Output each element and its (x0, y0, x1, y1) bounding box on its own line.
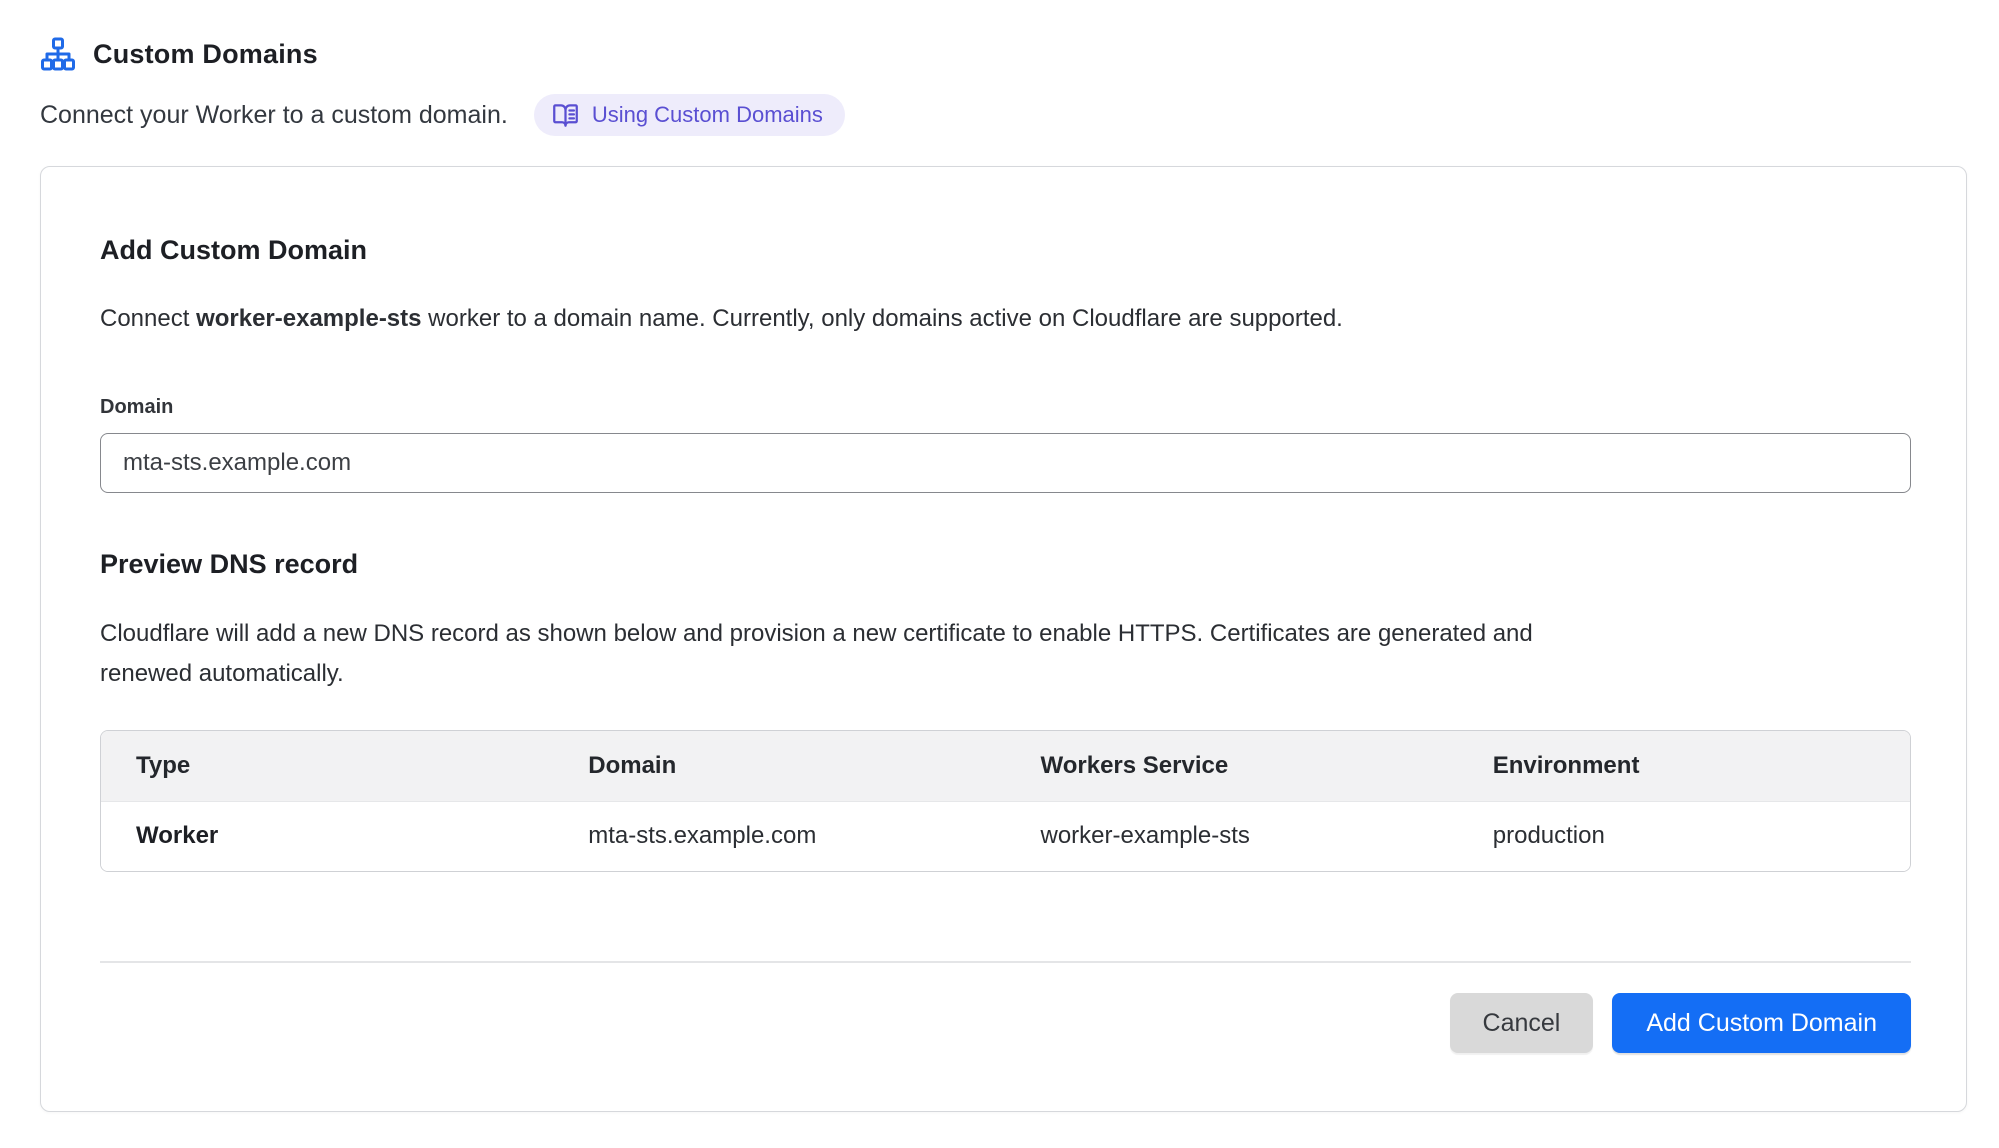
card-intro-text: Connect worker-example-sts worker to a d… (100, 304, 1911, 334)
domain-input[interactable] (100, 433, 1911, 493)
book-open-icon (552, 102, 579, 129)
cell-type: Worker (101, 801, 553, 871)
cancel-button[interactable]: Cancel (1450, 993, 1594, 1053)
intro-prefix: Connect (100, 305, 196, 332)
intro-suffix: worker to a domain name. Currently, only… (422, 305, 1343, 332)
footer-divider (100, 961, 1911, 963)
cell-service: worker-example-sts (1006, 801, 1458, 871)
preview-dns-heading: Preview DNS record (100, 549, 1911, 580)
column-header-service: Workers Service (1006, 731, 1458, 801)
docs-link-badge[interactable]: Using Custom Domains (534, 94, 845, 136)
custom-domains-page: Custom Domains Connect your Worker to a … (0, 0, 1999, 1112)
column-header-environment: Environment (1458, 731, 1910, 801)
add-custom-domain-card: Add Custom Domain Connect worker-example… (40, 166, 1967, 1112)
sitemap-icon (40, 36, 76, 72)
dns-preview-table: Type Domain Workers Service Environment … (100, 730, 1911, 872)
page-subheader: Connect your Worker to a custom domain. … (40, 94, 1967, 136)
card-actions: Cancel Add Custom Domain (100, 993, 1911, 1111)
domain-field-label: Domain (100, 396, 1911, 419)
worker-name: worker-example-sts (196, 305, 421, 332)
add-custom-domain-button[interactable]: Add Custom Domain (1612, 993, 1911, 1053)
column-header-type: Type (101, 731, 553, 801)
page-subtitle: Connect your Worker to a custom domain. (40, 101, 508, 130)
card-heading: Add Custom Domain (100, 235, 1911, 266)
table-header-row: Type Domain Workers Service Environment (101, 731, 1910, 801)
docs-link-label: Using Custom Domains (592, 102, 823, 128)
page-title: Custom Domains (93, 39, 318, 70)
cell-domain: mta-sts.example.com (553, 801, 1005, 871)
page-header: Custom Domains (40, 36, 1967, 72)
cell-environment: production (1458, 801, 1910, 871)
preview-dns-description: Cloudflare will add a new DNS record as … (100, 614, 1570, 694)
spacer (100, 872, 1911, 961)
column-header-domain: Domain (553, 731, 1005, 801)
table-row: Worker mta-sts.example.com worker-exampl… (101, 801, 1910, 871)
